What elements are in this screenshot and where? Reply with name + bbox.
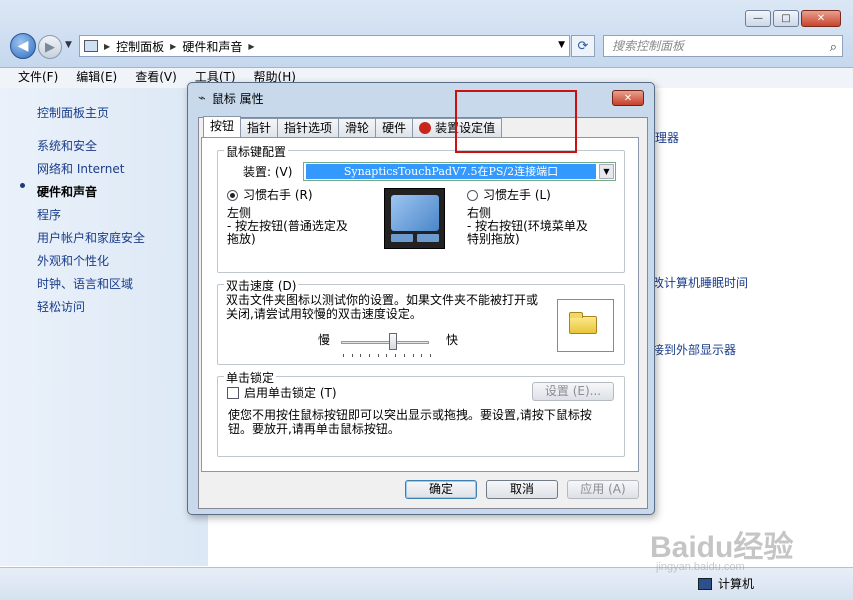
status-computer-label: 计算机 [718, 577, 755, 591]
maximize-button[interactable]: □ [773, 10, 799, 27]
sleep-time-link[interactable]: 改计算机睡眠时间 [652, 274, 748, 291]
radio-selected-icon[interactable] [227, 190, 238, 201]
sidebar-item-ease-of-access[interactable]: 轻松访问 [37, 298, 85, 315]
click-lock-checkbox-label: 启用单击锁定 (T) [244, 386, 337, 400]
dialog-title: 鼠标 属性 [211, 92, 264, 106]
menu-file[interactable]: 文件(F) [18, 68, 58, 88]
click-lock-settings-button[interactable]: 设置 (E)... [532, 382, 614, 401]
mouse-icon: ⌁ [198, 91, 206, 106]
sidebar-item-programs[interactable]: 程序 [37, 206, 61, 223]
control-panel-icon [84, 40, 98, 52]
left-desc-line2: 拖放) [227, 232, 256, 246]
left-hand-label: 习惯左手 (L) [483, 188, 551, 202]
minimize-button[interactable]: — [745, 10, 771, 27]
ok-button[interactable]: 确定 [405, 480, 477, 499]
menu-view[interactable]: 查看(V) [135, 68, 177, 88]
click-lock-desc: 使您不用按住鼠标按钮即可以突出显示或拖拽。要设置,请按下鼠标按 钮。要放开,请再… [228, 408, 592, 436]
double-click-desc: 双击文件夹图标以测试你的设置。如果文件夹不能被打开或 关闭,请尝试用较慢的双击速… [226, 293, 538, 321]
window-titlebar: — □ ✕ ◀ ▶ ▼ ▶ 控制面板 ▶ 硬件和声音 ▶ ▼ ⟳ 搜索控制面板 … [0, 0, 853, 68]
address-dropdown-icon[interactable]: ▼ [558, 40, 565, 50]
touchpad-icon [384, 188, 445, 249]
sidebar-item-hardware-sound[interactable]: 硬件和声音 [37, 183, 97, 200]
tab-pointers[interactable]: 指针 [240, 118, 279, 138]
tab-pointer-options[interactable]: 指针选项 [277, 118, 340, 138]
tab-hardware[interactable]: 硬件 [375, 118, 414, 138]
left-hand-option[interactable]: 习惯左手 (L) [467, 186, 551, 203]
search-placeholder: 搜索控制面板 [612, 39, 685, 53]
right-desc-line2: 特别拖放) [467, 232, 520, 246]
refresh-icon[interactable]: ⟳ [571, 35, 595, 57]
tab-wheel[interactable]: 滑轮 [338, 118, 377, 138]
breadcrumb-hardware-sound[interactable]: 硬件和声音 [182, 38, 242, 55]
search-icon[interactable]: ⌕ [830, 38, 837, 58]
baidu-watermark-url: jingyan.baidu.com [656, 561, 745, 573]
test-folder-box[interactable] [557, 299, 614, 352]
right-hand-option[interactable]: 习惯右手 (R) [227, 186, 313, 203]
search-input[interactable]: 搜索控制面板 ⌕ [603, 35, 843, 57]
external-display-link[interactable]: 接到外部显示器 [652, 341, 736, 358]
folder-icon[interactable] [569, 312, 597, 334]
sidebar: 控制面板主页 系统和安全 网络和 Internet 硬件和声音 程序 用户帐户和… [0, 88, 208, 566]
radio-unselected-icon[interactable] [467, 190, 478, 201]
back-arrow-icon[interactable]: ◀ [10, 33, 36, 59]
address-bar[interactable]: ▶ 控制面板 ▶ 硬件和声音 ▶ ▼ [79, 35, 570, 57]
slow-label: 慢 [318, 333, 331, 347]
right-button-desc: 右侧 - 按右按钮(环境菜单及 特别拖放) [467, 207, 588, 246]
double-click-label: 双击速度 (D) [224, 277, 299, 294]
menu-edit[interactable]: 编辑(E) [76, 68, 117, 88]
apply-button[interactable]: 应用 (A) [567, 480, 639, 499]
sidebar-item-clock-region[interactable]: 时钟、语言和区域 [37, 275, 133, 292]
right-hand-label: 习惯右手 (R) [243, 188, 313, 202]
device-select[interactable]: SynapticsTouchPadV7.5在PS/2连接端口 ▼ [303, 162, 616, 181]
left-button-desc: 左侧 - 按左按钮(普通选定及 拖放) [227, 207, 348, 246]
recent-pages-dropdown-icon[interactable]: ▼ [65, 40, 72, 50]
double-click-desc-line1: 双击文件夹图标以测试你的设置。如果文件夹不能被打开或 [226, 293, 539, 307]
breadcrumb-separator-icon[interactable]: ▶ [248, 42, 254, 51]
synaptics-icon [419, 122, 432, 134]
breadcrumb-control-panel[interactable]: 控制面板 [116, 38, 164, 55]
double-click-speed-slider[interactable] [341, 341, 429, 344]
slider-thumb[interactable] [389, 333, 397, 350]
baidu-watermark: Baidu经验 [650, 531, 794, 564]
sidebar-item-system-security[interactable]: 系统和安全 [37, 137, 97, 154]
sidebar-item-user-accounts[interactable]: 用户帐户和家庭安全 [37, 229, 145, 246]
click-lock-desc-line2: 钮。要放开,请再单击鼠标按钮。 [228, 422, 400, 436]
click-lock-checkbox[interactable] [227, 387, 239, 399]
mouse-config-label: 鼠标键配置 [224, 143, 289, 160]
computer-icon [698, 577, 712, 590]
slider-ticks [343, 354, 431, 357]
cancel-button[interactable]: 取消 [486, 480, 558, 499]
fast-label: 快 [446, 333, 459, 347]
sidebar-item-home[interactable]: 控制面板主页 [37, 104, 109, 121]
tab-buttons[interactable]: 按钮 [203, 116, 242, 138]
double-click-desc-line2: 关闭,请尝试用较慢的双击速度设定。 [226, 307, 422, 321]
active-bullet-icon [20, 183, 25, 188]
breadcrumb-separator-icon[interactable]: ▶ [104, 42, 110, 51]
device-label: 装置: (V) [243, 165, 293, 179]
click-lock-desc-line1: 使您不用按住鼠标按钮即可以突出显示或拖拽。要设置,请按下鼠标按 [228, 408, 592, 422]
dialog-close-button[interactable]: ✕ [612, 90, 644, 106]
close-button[interactable]: ✕ [801, 10, 841, 27]
forward-arrow-icon[interactable]: ▶ [38, 35, 62, 59]
breadcrumb-separator-icon[interactable]: ▶ [170, 42, 176, 51]
sidebar-item-network[interactable]: 网络和 Internet [37, 160, 124, 177]
device-manager-link[interactable]: 理器 [655, 129, 679, 146]
sidebar-item-appearance[interactable]: 外观和个性化 [37, 252, 109, 269]
device-selected-value: SynapticsTouchPadV7.5在PS/2连接端口 [306, 164, 596, 179]
highlight-annotation [455, 90, 577, 153]
chevron-down-icon[interactable]: ▼ [599, 164, 614, 179]
click-lock-option[interactable]: 启用单击锁定 (T) [227, 384, 337, 401]
